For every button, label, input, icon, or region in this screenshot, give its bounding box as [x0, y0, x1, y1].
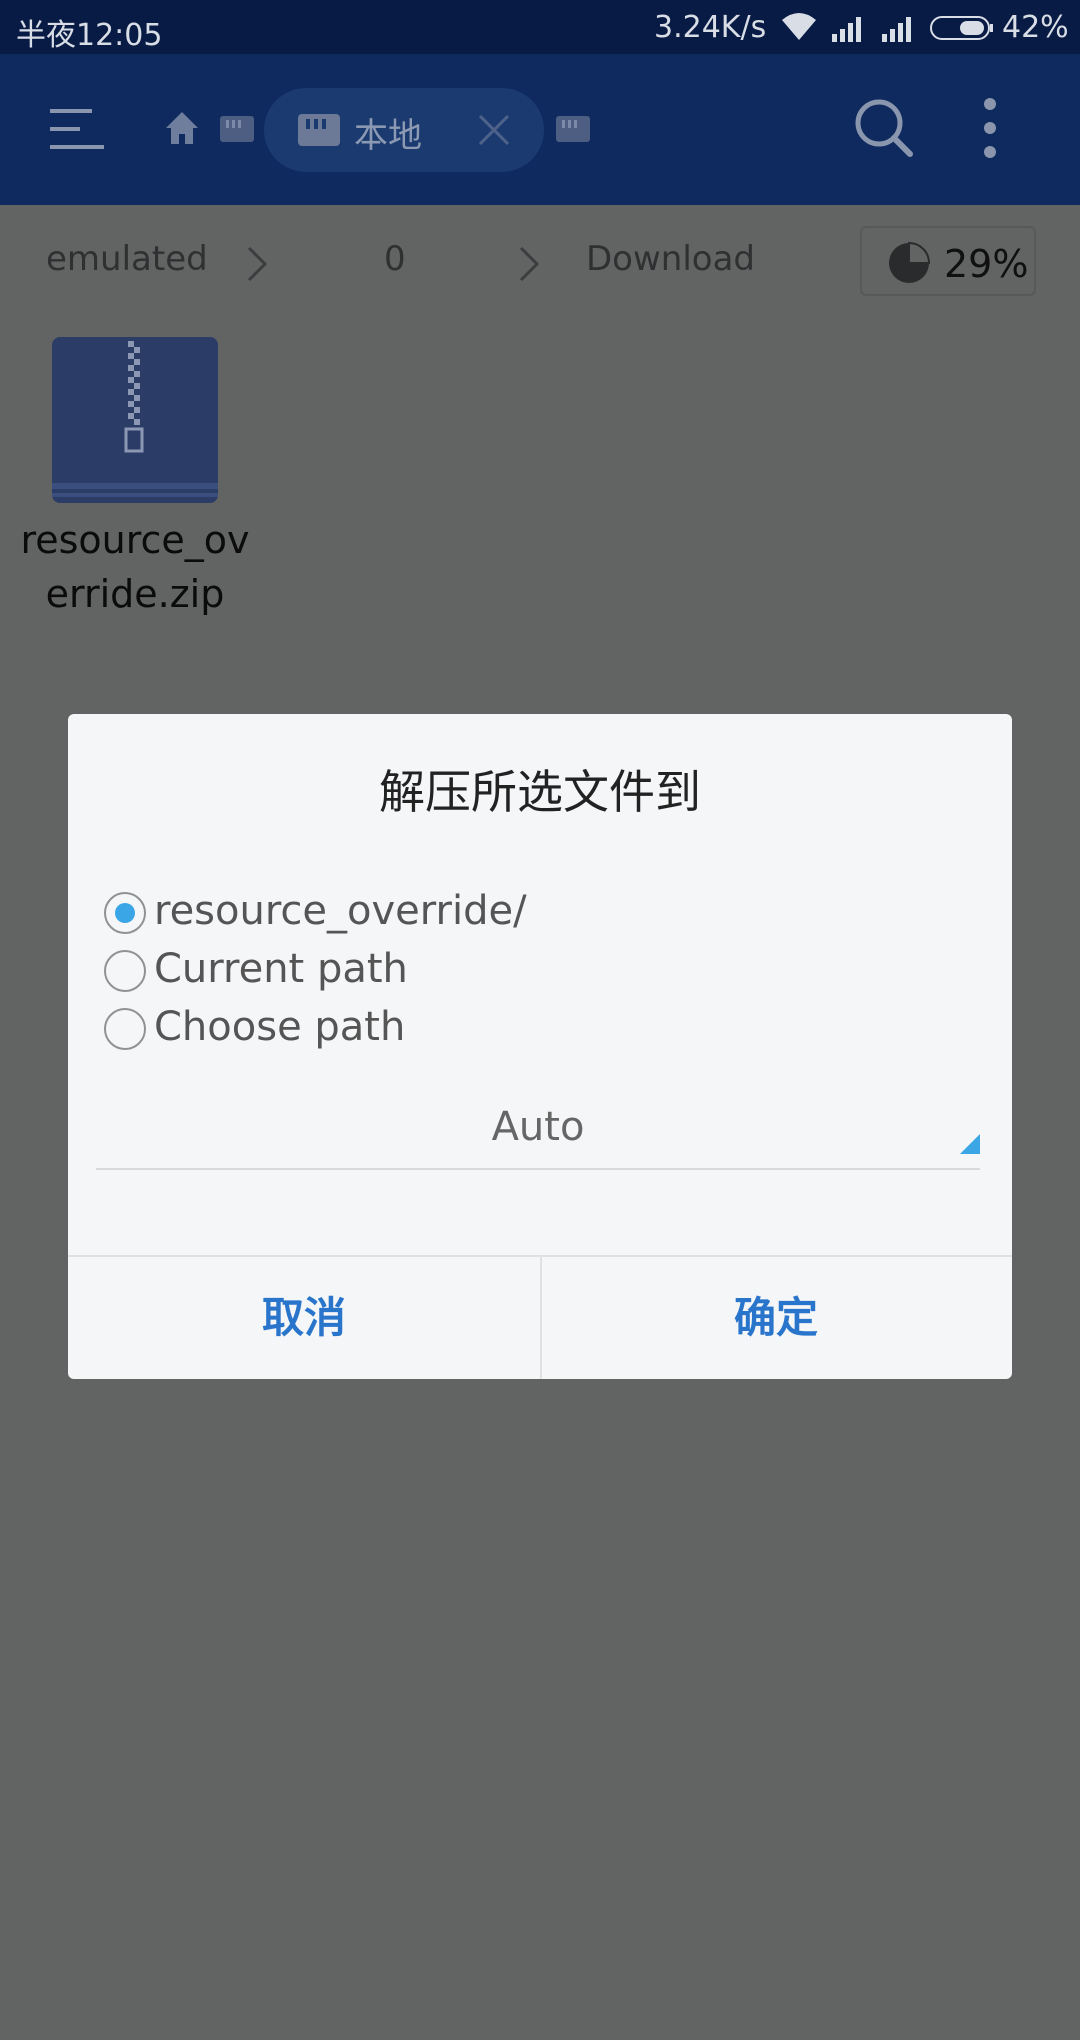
close-icon[interactable]: [476, 112, 512, 148]
breadcrumb: emulated 0 Download 29%: [0, 205, 1080, 317]
option-label: Choose path: [154, 1004, 406, 1050]
status-time: 半夜12:05: [16, 18, 163, 53]
file-name: resource_override.zip: [20, 518, 250, 616]
wifi-icon: [782, 13, 816, 40]
storage-usage-badge[interactable]: 29%: [860, 226, 1036, 296]
network-speed: 3.24K/s: [654, 10, 767, 45]
chevron-right-icon: [247, 246, 268, 282]
tab-label: 本地: [354, 116, 422, 156]
pie-chart-icon: [889, 242, 930, 283]
extract-dialog: 解压所选文件到 resource_override/ Current path …: [68, 714, 1012, 1379]
cancel-button[interactable]: 取消: [68, 1257, 540, 1379]
sd-card-icon[interactable]: [220, 116, 254, 142]
search-icon[interactable]: [854, 98, 914, 158]
option-current-path[interactable]: Current path: [104, 946, 804, 996]
status-bar: 半夜12:05 3.24K/s 42%: [0, 0, 1080, 54]
breadcrumb-item-download[interactable]: Download: [586, 239, 755, 279]
signal-icon: [832, 17, 861, 42]
radio-checked-icon[interactable]: [104, 892, 146, 934]
breadcrumb-item-emulated[interactable]: emulated: [46, 239, 208, 279]
dropdown-arrow-icon: [960, 1134, 980, 1154]
option-resource-override[interactable]: resource_override/: [104, 888, 804, 938]
ok-button[interactable]: 确定: [540, 1257, 1012, 1379]
app-bar: 本地: [0, 54, 1080, 205]
encoding-value: Auto: [491, 1104, 585, 1150]
more-icon[interactable]: [980, 98, 1000, 158]
dialog-title: 解压所选文件到: [379, 765, 701, 819]
sd-card-icon: [298, 114, 340, 146]
option-label: resource_override/: [154, 888, 527, 934]
battery-icon: [930, 16, 993, 40]
radio-unchecked-icon[interactable]: [104, 1008, 146, 1050]
storage-percent: 29%: [944, 242, 1029, 286]
menu-icon[interactable]: [48, 106, 106, 152]
option-label: Current path: [154, 946, 408, 992]
chevron-right-icon: [519, 246, 540, 282]
tab-local[interactable]: 本地: [264, 88, 544, 172]
zip-archive-icon: [52, 337, 218, 503]
radio-unchecked-icon[interactable]: [104, 950, 146, 992]
battery-percent: 42%: [1002, 10, 1069, 45]
breadcrumb-item-0[interactable]: 0: [384, 239, 406, 279]
sd-card-icon[interactable]: [556, 116, 590, 142]
encoding-select[interactable]: Auto: [96, 1094, 980, 1170]
option-choose-path[interactable]: Choose path: [104, 1004, 804, 1054]
home-icon[interactable]: [164, 110, 200, 146]
signal-icon: [882, 17, 911, 42]
file-item[interactable]: resource_override.zip: [20, 337, 250, 627]
